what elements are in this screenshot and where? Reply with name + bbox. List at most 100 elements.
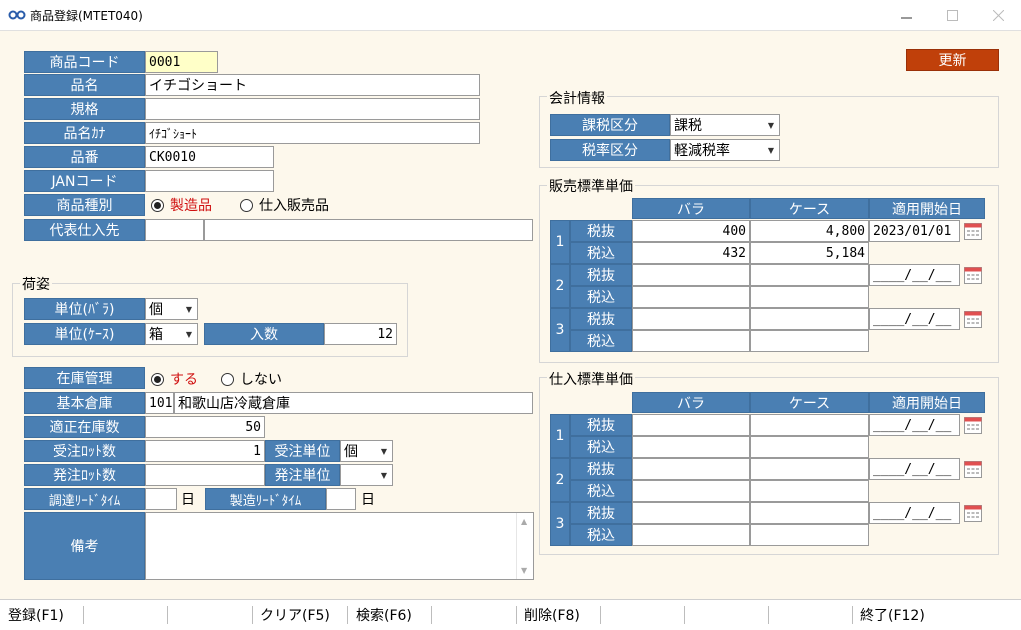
purchase-case-excl-input[interactable] [750,502,869,524]
memo-textarea[interactable] [145,512,534,580]
purchase-bara-excl-input[interactable] [632,502,750,524]
sales-start-date-input[interactable]: ____/__/__ [869,264,960,286]
minimize-button[interactable] [883,0,929,30]
sales-bara-incl-input[interactable] [632,286,750,308]
sales-bara-excl-input[interactable] [632,308,750,330]
purchase-bara-incl-input[interactable] [632,524,750,546]
purchase-case-excl-input[interactable] [750,414,869,436]
sales-bara-incl-input[interactable]: 432 [632,242,750,264]
calendar-icon[interactable] [963,265,983,285]
title-bar: 商品登録(MTET040) [0,0,1021,31]
memo-label: 備考 [24,512,145,580]
product-number-label: 品番 [24,146,145,168]
purchase-unit-select[interactable]: ▼ [340,464,393,486]
qty-input[interactable]: 12 [324,323,397,345]
warehouse-name-input[interactable]: 和歌山店冷蔵倉庫 [174,392,533,414]
spec-input[interactable] [145,98,480,120]
scroll-down-icon[interactable]: ▼ [521,566,527,575]
search-f6-button[interactable]: 検索(F6) [356,600,412,630]
memo-scrollbar[interactable]: ▲ ▼ [516,513,533,579]
tax-rate-value: 軽減税率 [674,143,730,159]
purchase-incl-label: 税込 [570,524,632,546]
sales-bara-incl-input[interactable] [632,330,750,352]
chevron-down-icon: ▼ [763,140,779,160]
sales-excl-label: 税抜 [570,308,632,330]
register-f1-button[interactable]: 登録(F1) [8,600,64,630]
purchase-case-excl-input[interactable] [750,458,869,480]
tax-class-label: 課税区分 [550,114,670,136]
purchase-case-incl-input[interactable] [750,480,869,502]
sales-start-date-input[interactable]: 2023/01/01 [869,220,960,242]
mfg-lead-label: 製造ﾘｰﾄﾞﾀｲﾑ [205,488,326,510]
purchase-lot-label: 発注ﾛｯﾄ数 [24,464,145,486]
proper-stock-label: 適正在庫数 [24,416,145,438]
calendar-icon[interactable] [963,459,983,479]
radio-unselected-icon [221,372,234,386]
delete-f8-button[interactable]: 削除(F8) [524,600,580,630]
sales-case-incl-input[interactable]: 5,184 [750,242,869,264]
unit-case-select[interactable]: 箱 ▼ [145,323,198,345]
product-name-input[interactable]: イチゴショート [145,74,480,96]
type-radio-resale[interactable]: 仕入販売品 [240,196,329,214]
stock-radio-no[interactable]: しない [221,370,282,388]
sales-excl-label: 税抜 [570,220,632,242]
sales-case-incl-input[interactable] [750,286,869,308]
calendar-icon[interactable] [963,503,983,523]
kana-label: 品名ｶﾅ [24,122,145,144]
tax-class-select[interactable]: 課税 ▼ [670,114,780,136]
packing-group [12,283,408,357]
purchase-case-incl-input[interactable] [750,524,869,546]
purchase-bara-excl-input[interactable] [632,458,750,480]
purchase-bara-incl-input[interactable] [632,480,750,502]
purchase-start-date-input[interactable]: ____/__/__ [869,414,960,436]
jan-code-input[interactable] [145,170,274,192]
sales-col-bara: バラ [632,198,750,219]
maximize-button[interactable] [929,0,975,30]
calendar-icon[interactable] [963,415,983,435]
purchase-start-date-input[interactable]: ____/__/__ [869,458,960,480]
purchase-lot-input[interactable] [145,464,265,486]
close-button[interactable] [975,0,1021,30]
supplier-code-input[interactable] [145,219,204,241]
fkey-separator [252,606,253,624]
unit-bara-select[interactable]: 個 ▼ [145,298,198,320]
type-radio-manufactured[interactable]: 製造品 [151,196,212,214]
update-button[interactable]: 更新 [906,49,999,71]
product-number-input[interactable]: CK0010 [145,146,274,168]
order-unit-select[interactable]: 個 ▼ [340,440,393,462]
sales-case-excl-input[interactable] [750,264,869,286]
product-code-input[interactable]: 0001 [145,51,218,73]
exit-f12-button[interactable]: 終了(F12) [860,600,925,630]
proper-stock-input[interactable]: 50 [145,416,265,438]
kana-input[interactable]: ｲﾁｺﾞｼｮｰﾄ [145,122,480,144]
warehouse-code-input[interactable]: 101 [145,392,174,414]
mfg-lead-input[interactable] [326,488,356,510]
close-icon [992,9,1004,21]
purchase-row-number: 2 [550,458,570,502]
purchase-bara-incl-input[interactable] [632,436,750,458]
sales-case-excl-input[interactable] [750,308,869,330]
chevron-down-icon: ▼ [376,465,392,485]
tax-rate-select[interactable]: 軽減税率 ▼ [670,139,780,161]
qty-label: 入数 [204,323,324,345]
sales-case-incl-input[interactable] [750,330,869,352]
calendar-icon[interactable] [963,309,983,329]
purchase-start-date-input[interactable]: ____/__/__ [869,502,960,524]
minimize-icon [900,17,912,18]
sales-bara-excl-input[interactable]: 400 [632,220,750,242]
scroll-up-icon[interactable]: ▲ [521,517,527,526]
radio-unselected-icon [240,198,253,212]
calendar-icon[interactable] [963,221,983,241]
purchase-bara-excl-input[interactable] [632,414,750,436]
stock-radio-yes[interactable]: する [151,370,198,388]
supplier-name-input[interactable] [204,219,533,241]
clear-f5-button[interactable]: クリア(F5) [260,600,330,630]
sales-case-excl-input[interactable]: 4,800 [750,220,869,242]
purchase-case-incl-input[interactable] [750,436,869,458]
radio-selected-icon [151,198,164,212]
procure-lead-input[interactable] [145,488,177,510]
sales-start-date-input[interactable]: ____/__/__ [869,308,960,330]
fkey-separator [684,606,685,624]
order-lot-input[interactable]: 1 [145,440,265,462]
sales-bara-excl-input[interactable] [632,264,750,286]
